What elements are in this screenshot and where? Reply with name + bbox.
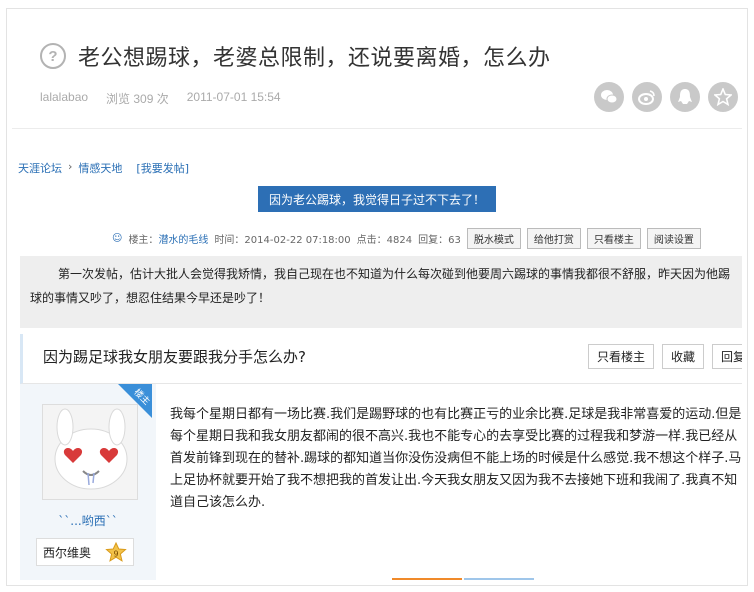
view-count: 浏览 309 次 [106,92,169,106]
post-body: 我每个星期日都有一场比赛.我们是踢野球的也有比赛正亏的业余比赛.足球是我非常喜爱… [170,407,742,510]
question-circle-icon: ? [40,43,66,69]
thread2-title: 因为踢足球我女朋友要跟我分手怎么办? [43,348,306,366]
host-badge: 楼主 [118,384,152,418]
thread-title: 因为老公踢球，我觉得日子过不下去了！ [258,186,496,212]
username[interactable]: ``...哟西`` [20,512,156,529]
reply-button[interactable]: 回复 [711,344,742,369]
author-link[interactable]: lalalabao [40,90,88,107]
dehydrate-mode-button[interactable]: 脱水模式 [466,228,521,249]
breadcrumb-forum[interactable]: 天涯论坛 [18,160,62,176]
thread2-actions: 只看楼主 收藏 回复 [587,344,742,369]
question-title: 老公想踢球，老婆总限制，还说要离婚，怎么办 [78,46,551,71]
user-sidebar: 楼主 ``...哟西`` 西尔维奥 9 [20,384,156,580]
avatar[interactable] [42,404,138,500]
level-number: 9 [113,550,118,559]
breadcrumb-board[interactable]: 情感天地 [78,160,122,176]
weibo-icon[interactable] [632,82,662,112]
share-bar [594,82,738,112]
op-content: 第一次发帖，估计大批人会觉得我矫情，我自己现在也不知道为什么每次碰到他要周六踢球… [20,256,742,328]
chevron-right-icon: › [68,160,73,173]
click-count: 点击：4824 [356,235,413,246]
tip-button[interactable]: 给他打赏 [526,228,581,249]
read-settings-button[interactable]: 阅读设置 [646,228,701,249]
reply-count: 回复：63 [418,235,461,246]
header-divider [12,128,742,129]
question-header: ? 老公想踢球，老婆总限制，还说要离婚，怎么办 [40,40,551,72]
qq-icon[interactable] [670,82,700,112]
thread2-header: 因为踢足球我女朋友要跟我分手怎么办? 只看楼主 收藏 回复 [20,334,742,384]
only-host-button[interactable]: 只看楼主 [586,228,641,249]
user-group-box: 西尔维奥 9 [36,538,134,566]
host-name[interactable]: 潜水的毛线 [158,231,208,246]
breadcrumb: 天涯论坛 › 情感天地 [我要发帖] [18,160,189,176]
bottom-action-strip-2[interactable] [464,578,534,580]
user-icon: ☺ [112,233,123,244]
favorite-star-icon[interactable] [708,82,738,112]
level-star-icon: 9 [105,542,127,562]
op-info-row: ☺ 楼主： 潜水的毛线 时间：2014-02-22 07:18:00 点击：48… [112,228,701,249]
user-group: 西尔维奥 [43,545,92,560]
bottom-action-strip[interactable] [392,578,462,580]
new-post-link[interactable]: [我要发帖] [136,160,189,176]
post-time: 时间：2014-02-22 07:18:00 [214,235,351,246]
host-label: 楼主： [128,235,159,246]
only-host-button-2[interactable]: 只看楼主 [587,344,654,369]
embedded-screenshot: 天涯论坛 › 情感天地 [我要发帖] 因为老公踢球，我觉得日子过不下去了！ ☺ … [12,150,742,580]
question-meta: lalalabao 浏览 309 次 2011-07-01 15:54 [40,90,281,107]
post-date: 2011-07-01 15:54 [186,90,281,104]
wechat-icon[interactable] [594,82,624,112]
favorite-button[interactable]: 收藏 [661,344,704,369]
